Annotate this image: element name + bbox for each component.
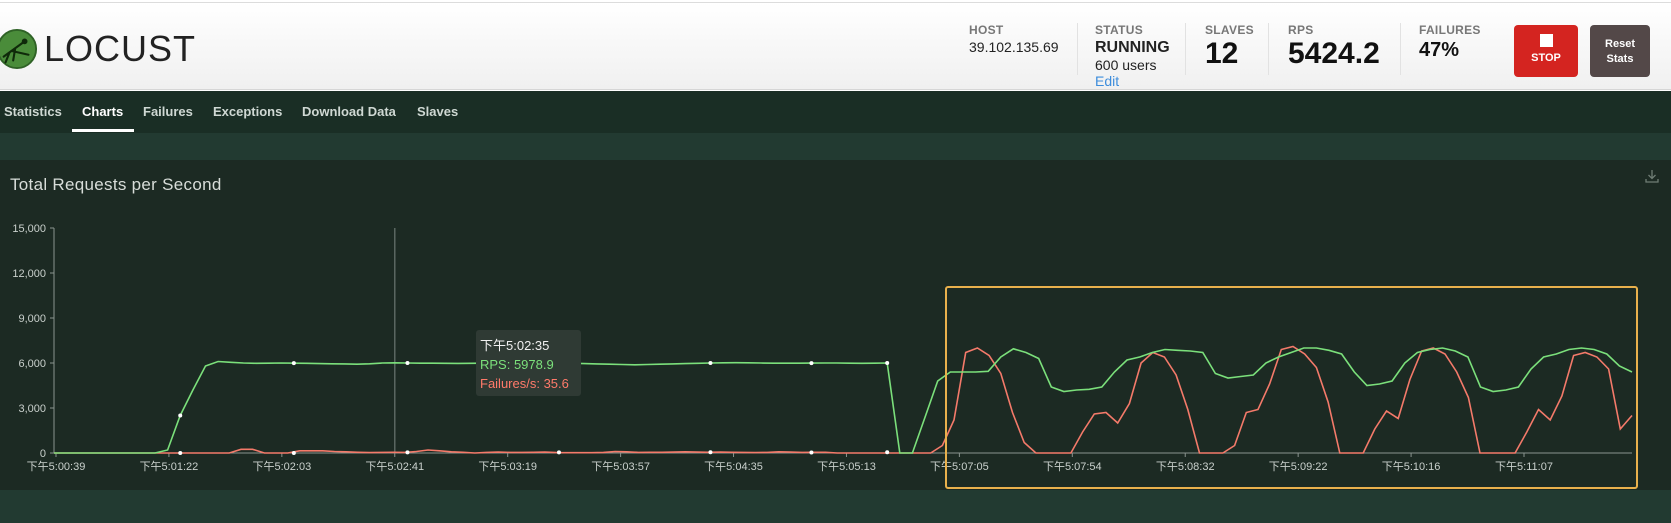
footer-strip <box>0 490 1671 523</box>
tooltip-rps: RPS: 5978.9 <box>480 357 554 372</box>
rps-value: 5424.2 <box>1288 37 1380 70</box>
divider <box>1077 23 1078 75</box>
series-point <box>885 450 890 455</box>
highlight-box <box>945 286 1638 489</box>
divider <box>1185 23 1186 75</box>
y-tick-label: 9,000 <box>18 313 46 325</box>
rps-label: RPS <box>1288 23 1314 37</box>
series-point <box>291 451 296 455</box>
host-value: 39.102.135.69 <box>969 39 1059 55</box>
series-point <box>885 361 890 365</box>
tooltip-time: 下午5:02:35 <box>480 338 550 353</box>
slaves-label: SLAVES <box>1205 23 1254 37</box>
series-point <box>708 450 713 455</box>
tab-charts[interactable]: Charts <box>82 104 123 119</box>
reset-label-line2: Stats <box>1606 53 1634 65</box>
failures-value: 47% <box>1419 39 1460 61</box>
x-tick-label: 下午5:01:22 <box>140 460 199 473</box>
tab-exceptions[interactable]: Exceptions <box>213 104 282 119</box>
chart-tooltip: 下午5:02:35 RPS: 5978.9 Failures/s: 35.6 <box>476 330 581 396</box>
series-point <box>405 361 410 365</box>
tab-download-data[interactable]: Download Data <box>302 104 396 119</box>
logo[interactable]: LOCUST <box>0 25 196 73</box>
logo-text: LOCUST <box>44 28 197 69</box>
series-point <box>178 451 183 455</box>
x-tick-label: 下午5:03:57 <box>591 460 650 473</box>
download-icon[interactable] <box>1644 168 1660 184</box>
status-value: RUNNING <box>1095 39 1170 56</box>
stop-label: STOP <box>1531 52 1561 64</box>
host-stat: HOST 39.102.135.69 <box>969 23 1059 55</box>
edit-link[interactable]: Edit <box>1095 73 1170 89</box>
tooltip-failures: Failures/s: 35.6 <box>480 376 569 391</box>
locust-logo-icon <box>0 28 38 70</box>
y-tick-label: 3,000 <box>18 403 46 415</box>
divider <box>1400 23 1401 75</box>
x-tick-label: 下午5:04:35 <box>704 460 763 473</box>
host-label: HOST <box>969 23 1004 37</box>
x-tick-label: 下午5:02:41 <box>365 460 424 473</box>
reset-label-line1: Reset <box>1605 38 1635 50</box>
series-point <box>809 361 814 366</box>
series-point <box>178 413 183 418</box>
rps-stat: RPS 5424.2 <box>1288 23 1380 71</box>
x-tick-label: 下午5:03:19 <box>478 460 537 473</box>
failures-label: FAILURES <box>1419 23 1481 37</box>
toolbar-strip <box>0 133 1671 160</box>
user-count: 600 users <box>1095 57 1157 73</box>
series-point <box>556 450 561 455</box>
series-point <box>809 450 814 455</box>
tab-bar: Statistics Charts Failures Exceptions Do… <box>0 91 1671 133</box>
y-tick-label: 12,000 <box>12 268 46 280</box>
stop-icon <box>1539 34 1553 47</box>
tab-statistics[interactable]: Statistics <box>4 104 62 119</box>
divider <box>1268 23 1269 75</box>
tab-slaves[interactable]: Slaves <box>417 104 458 119</box>
x-tick-label: 下午5:05:13 <box>817 460 876 473</box>
active-tab-indicator <box>72 129 134 132</box>
reset-stats-button[interactable]: Reset Stats <box>1590 25 1650 77</box>
header-bar: LOCUST HOST 39.102.135.69 STATUS RUNNING… <box>0 2 1671 90</box>
slaves-stat: SLAVES 12 <box>1205 23 1254 71</box>
series-point <box>708 361 713 365</box>
y-tick-label: 6,000 <box>18 358 46 370</box>
chart-title: Total Requests per Second <box>10 175 222 194</box>
stop-button[interactable]: STOP <box>1514 25 1578 77</box>
slaves-value: 12 <box>1205 37 1239 70</box>
x-tick-label: 下午5:00:39 <box>27 460 86 473</box>
series-point <box>291 361 296 366</box>
status-label: STATUS <box>1095 23 1144 37</box>
failures-stat: FAILURES 47% <box>1419 23 1481 62</box>
status-stat: STATUS RUNNING 600 users Edit <box>1095 23 1170 89</box>
y-tick-label: 15,000 <box>12 223 46 235</box>
x-tick-label: 下午5:02:03 <box>252 460 311 473</box>
tab-failures[interactable]: Failures <box>143 104 193 119</box>
y-tick-label: 0 <box>40 448 46 460</box>
series-point <box>405 450 410 455</box>
